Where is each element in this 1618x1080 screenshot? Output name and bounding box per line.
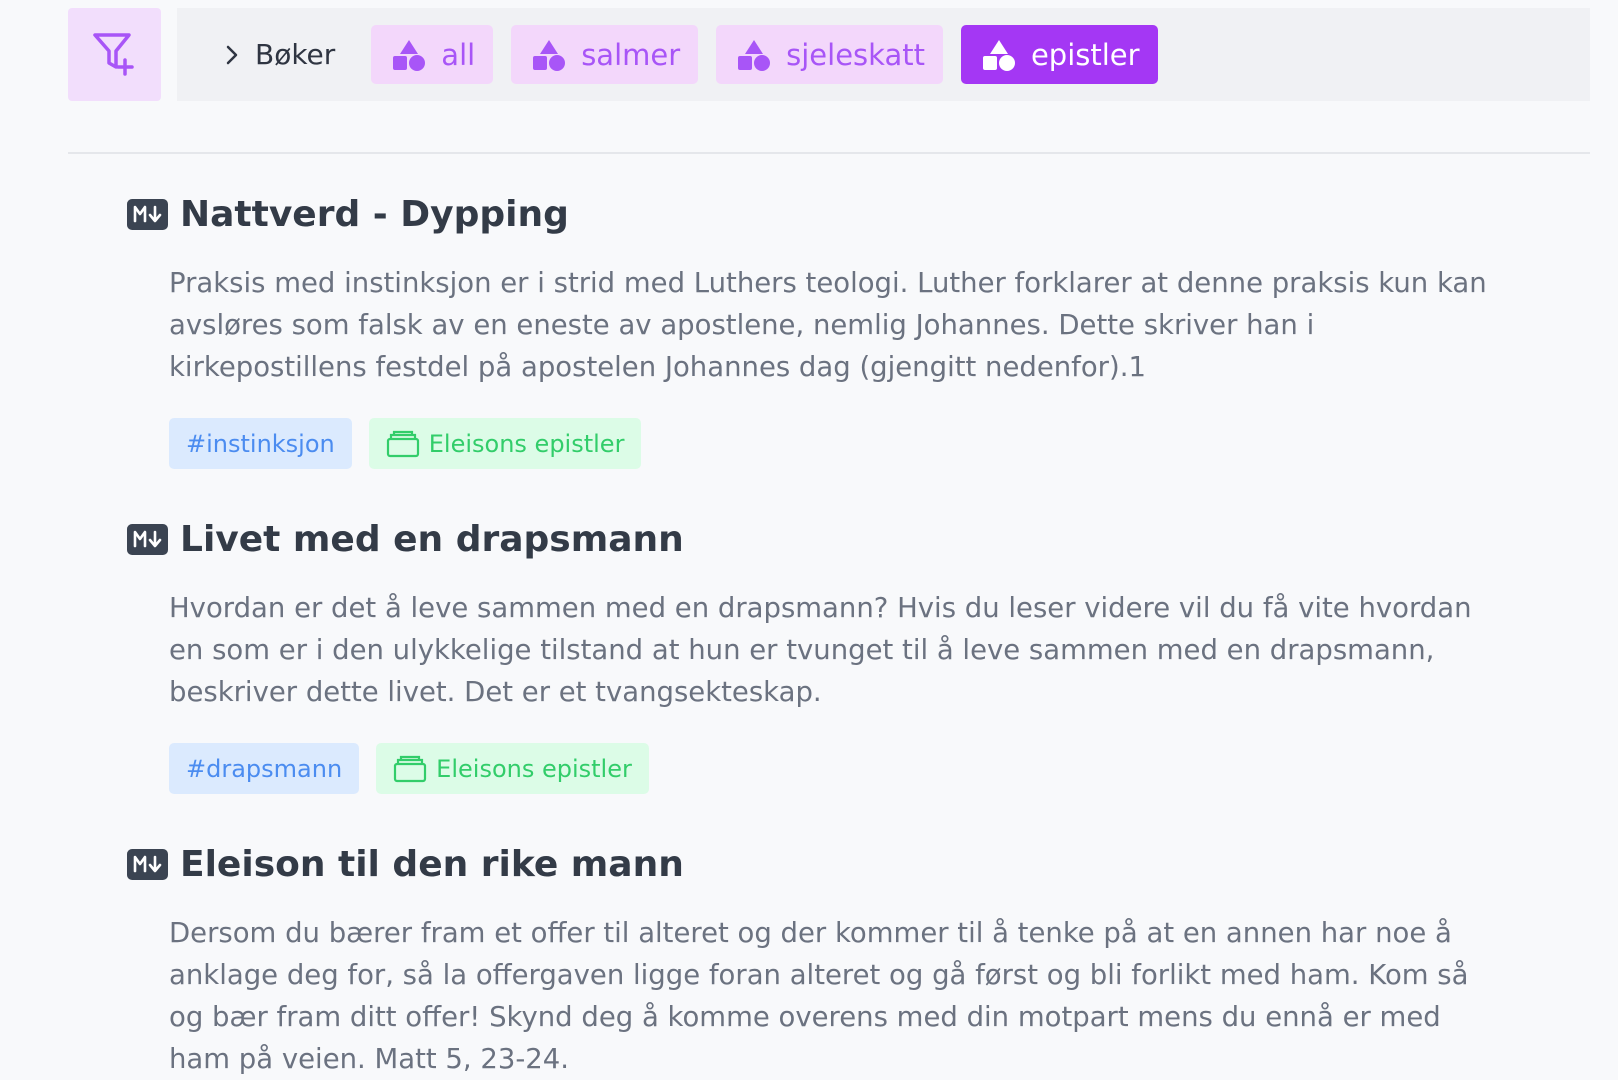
top-toolbar: Bøker all salmer sjeleskatt epistler: [68, 8, 1590, 101]
folder-label: Eleisons epistler: [436, 754, 632, 783]
breadcrumb[interactable]: Bøker: [225, 38, 335, 71]
notes-list: Nattverd - Dypping Praksis med instinksj…: [127, 180, 1527, 1080]
note-excerpt: Dersom du bærer fram et offer til altere…: [169, 917, 1469, 1075]
chevron-right-icon: [225, 44, 239, 66]
note-title[interactable]: Livet med en drapsmann: [180, 519, 684, 560]
chip-sjeleskatt[interactable]: sjeleskatt: [716, 25, 943, 84]
shapes-icon: [982, 39, 1015, 71]
hashtag-chip[interactable]: #instinksjon: [169, 418, 352, 469]
markdown-icon: [127, 523, 168, 555]
list-item: Nattverd - Dypping Praksis med instinksj…: [127, 180, 1527, 469]
markdown-icon: [127, 848, 168, 880]
chip-salmer[interactable]: salmer: [511, 25, 699, 84]
note-header: Livet med en drapsmann: [127, 505, 1527, 573]
folder-chip[interactable]: Eleisons epistler: [368, 418, 642, 469]
note-title[interactable]: Nattverd - Dypping: [180, 194, 569, 235]
shapes-icon: [533, 39, 566, 71]
shapes-icon: [738, 39, 771, 71]
list-item: Livet med en drapsmann Hvordan er det å …: [127, 505, 1527, 794]
note-header: Nattverd - Dypping: [127, 180, 1527, 248]
folder-label: Eleisons epistler: [428, 429, 625, 458]
divider: [68, 152, 1590, 154]
filter-bar: Bøker all salmer sjeleskatt epistler: [177, 8, 1590, 101]
note-excerpt: Praksis med instinksjon er i strid med L…: [169, 267, 1487, 383]
note-tags: #drapsmann Eleisons epistler: [169, 743, 1527, 794]
chip-label: sjeleskatt: [786, 37, 925, 72]
hashtag-chip[interactable]: #drapsmann: [169, 743, 360, 794]
note-title[interactable]: Eleison til den rike mann: [180, 844, 684, 885]
add-filter-button[interactable]: [68, 8, 161, 101]
chip-label: epistler: [1030, 37, 1140, 72]
chip-epistler[interactable]: epistler: [960, 25, 1158, 84]
folder-icon: [386, 430, 419, 457]
chip-label: salmer: [581, 37, 681, 72]
filter-plus-icon: [91, 30, 139, 80]
chip-label: all: [441, 37, 476, 72]
shapes-icon: [393, 39, 426, 71]
folder-chip[interactable]: Eleisons epistler: [376, 743, 649, 794]
chip-all[interactable]: all: [371, 25, 494, 84]
folder-icon: [394, 755, 427, 782]
note-excerpt: Hvordan er det å leve sammen med en drap…: [169, 592, 1472, 708]
note-tags: #instinksjon Eleisons epistler: [169, 418, 1527, 469]
list-item: Eleison til den rike mann Dersom du bære…: [127, 830, 1527, 1080]
breadcrumb-label: Bøker: [255, 38, 336, 71]
markdown-icon: [127, 198, 168, 230]
note-header: Eleison til den rike mann: [127, 830, 1527, 898]
